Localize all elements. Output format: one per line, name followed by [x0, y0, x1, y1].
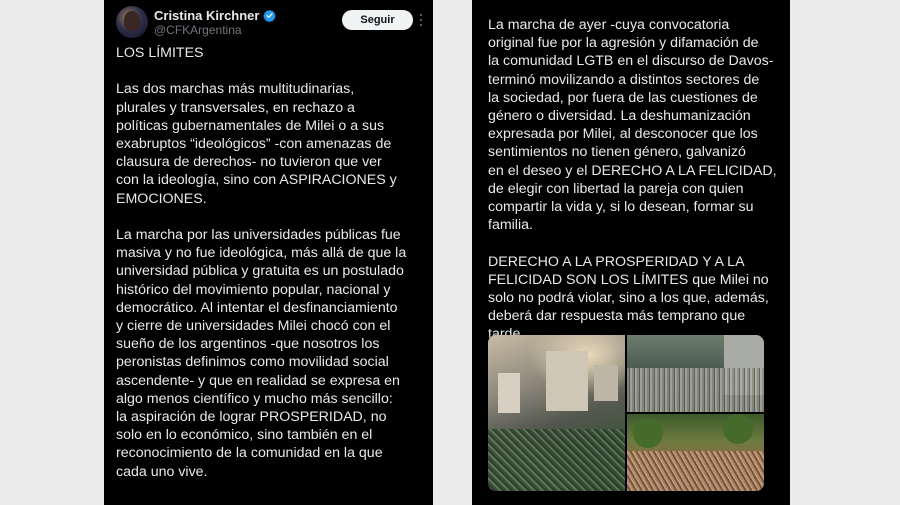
paragraph-4: DERECHO A LA PROSPERIDAD Y A LA FELICIDA… — [488, 253, 769, 343]
paragraph-2: La marcha por las universidades públicas… — [116, 227, 407, 480]
left-post-panel: Cristina Kirchner @CFKArgentina Seguir L… — [104, 0, 433, 505]
march-crowd-avenue-photo[interactable] — [627, 335, 764, 412]
post-title: LOS LÍMITES — [116, 45, 204, 61]
verified-badge-icon — [263, 9, 277, 22]
author-display-name[interactable]: Cristina Kirchner — [154, 8, 259, 23]
march-crowd-trees-photo[interactable] — [627, 414, 764, 491]
author-handle[interactable]: @CFKArgentina — [154, 23, 242, 37]
avatar[interactable] — [116, 6, 148, 38]
author-name-row: Cristina Kirchner — [154, 8, 277, 23]
paragraph-3: La marcha de ayer -cuya convocatoria ori… — [488, 17, 777, 234]
post-body-left: LOS LÍMITES Las dos marchas más multitud… — [116, 44, 428, 499]
post-header: Cristina Kirchner @CFKArgentina Seguir — [116, 6, 423, 40]
more-options-icon[interactable] — [419, 14, 423, 26]
post-body-right: La marcha de ayer -cuya convocatoria ori… — [488, 16, 780, 362]
media-grid — [488, 335, 764, 491]
right-post-panel: La marcha de ayer -cuya convocatoria ori… — [472, 0, 790, 505]
march-aerial-photo[interactable] — [488, 335, 625, 491]
paragraph-1: Las dos marchas más multitudinarias, plu… — [116, 81, 397, 207]
follow-button[interactable]: Seguir — [342, 10, 413, 30]
